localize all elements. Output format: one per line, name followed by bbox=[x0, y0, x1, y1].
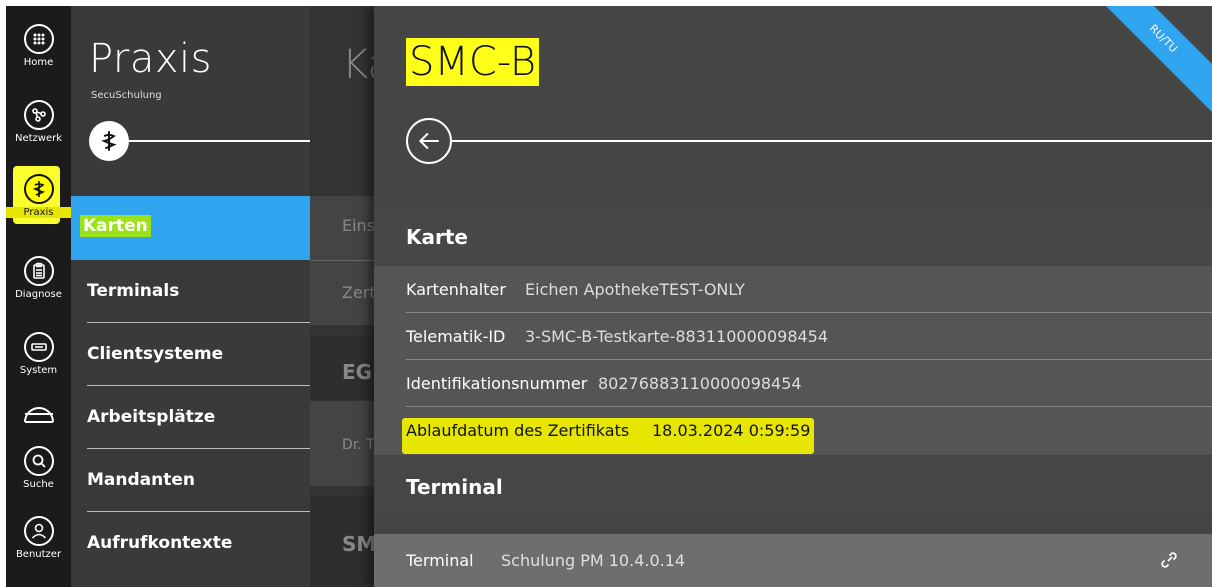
list-item[interactable]: Zert bbox=[310, 260, 380, 325]
terminal-row[interactable]: Terminal Schulung PM 10.4.0.14 bbox=[374, 534, 1212, 587]
list-item-text: SM bbox=[342, 532, 377, 556]
karten-list-panel: Ka Eins Zert EGI Dr. T SM bbox=[310, 6, 380, 587]
rail-connector[interactable] bbox=[6, 400, 71, 426]
link-icon[interactable] bbox=[1160, 551, 1178, 569]
nav-label: Aufrufkontexte bbox=[87, 533, 233, 553]
nav-label: Karten bbox=[80, 215, 151, 237]
rail-netzwerk[interactable]: Netzwerk bbox=[6, 100, 71, 144]
nav-label: Terminals bbox=[87, 281, 180, 301]
list-section-header: EGI bbox=[310, 336, 380, 400]
rail-diagnose[interactable]: Diagnose bbox=[6, 256, 71, 300]
rail-praxis[interactable]: Praxis bbox=[6, 174, 71, 218]
rail-label-home: Home bbox=[23, 57, 54, 68]
rail-label-diagnose: Diagnose bbox=[15, 289, 62, 300]
nav-label: Mandanten bbox=[87, 470, 195, 490]
list-item[interactable]: Dr. T bbox=[310, 401, 380, 486]
search-icon bbox=[23, 446, 54, 476]
clipboard-icon bbox=[23, 256, 54, 286]
section-title: Terminal bbox=[406, 475, 503, 499]
nav-item-karten[interactable]: Karten bbox=[71, 196, 310, 260]
list-item-text: Eins bbox=[342, 216, 376, 235]
nav-item-clientsysteme[interactable]: Clientsysteme bbox=[71, 323, 310, 386]
field-value: 80276883110000098454 bbox=[598, 374, 802, 393]
app-window: Home Netzwerk Praxis Diagnose System Suc… bbox=[6, 6, 1212, 587]
field-identifikationsnummer: Identifikationsnummer 802768831100000984… bbox=[406, 360, 1212, 407]
praxis-caduceus-icon bbox=[89, 121, 129, 161]
field-kartenhalter: Kartenhalter Eichen ApothekeTEST-ONLY bbox=[406, 266, 1212, 313]
terminal-section-heading: Terminal bbox=[374, 455, 1212, 515]
rail-benutzer[interactable]: Benutzer bbox=[6, 516, 71, 560]
connector-icon bbox=[22, 400, 56, 426]
user-icon bbox=[23, 516, 54, 546]
list-item-text: Zert bbox=[342, 283, 376, 302]
nav-label: Clientsysteme bbox=[87, 344, 224, 364]
nav-item-arbeitsplaetze[interactable]: Arbeitsplätze bbox=[71, 386, 310, 449]
arrow-left-icon bbox=[418, 132, 439, 150]
praxis-divider bbox=[129, 140, 310, 142]
detail-divider bbox=[452, 140, 1212, 142]
rail-label-suche: Suche bbox=[23, 479, 54, 490]
back-button[interactable] bbox=[406, 118, 452, 164]
caduceus-icon bbox=[23, 174, 54, 204]
ribbon-badge: RU/TU bbox=[1083, 6, 1212, 119]
field-ablaufdatum: Ablaufdatum des Zertifikats 18.03.2024 0… bbox=[406, 407, 1212, 454]
nav-item-aufrufkontexte[interactable]: Aufrufkontexte bbox=[71, 512, 310, 575]
nav-label: Arbeitsplätze bbox=[87, 407, 216, 427]
terminal-key: Terminal bbox=[406, 551, 474, 570]
rail-system[interactable]: System bbox=[6, 332, 71, 376]
praxis-title: Praxis bbox=[89, 36, 212, 82]
rail-label-netzwerk: Netzwerk bbox=[14, 133, 63, 144]
praxis-panel: Praxis SecuSchulung Karten Terminals Cli… bbox=[71, 6, 310, 587]
list-section-header: SM bbox=[310, 496, 380, 587]
icon-rail: Home Netzwerk Praxis Diagnose System Suc… bbox=[6, 6, 71, 587]
rail-label-benutzer: Benutzer bbox=[15, 549, 62, 560]
field-value: 3-SMC-B-Testkarte-883110000098454 bbox=[525, 327, 829, 346]
terminal-value: Schulung PM 10.4.0.14 bbox=[501, 551, 686, 570]
nav-item-terminals[interactable]: Terminals bbox=[71, 260, 310, 323]
smcb-detail-panel: SMC-B RU/TU Karte Kartenhalter Eichen Ap… bbox=[374, 6, 1212, 587]
field-value: 18.03.2024 0:59:59 bbox=[652, 421, 811, 440]
karte-section-heading: Karte bbox=[374, 205, 1212, 265]
field-key: Kartenhalter bbox=[406, 280, 506, 299]
praxis-nav: Karten Terminals Clientsysteme Arbeitspl… bbox=[71, 196, 310, 575]
praxis-subtitle: SecuSchulung bbox=[91, 90, 162, 101]
field-value: Eichen ApothekeTEST-ONLY bbox=[525, 280, 745, 299]
section-title: Karte bbox=[406, 225, 468, 249]
rail-label-praxis: Praxis bbox=[6, 207, 71, 218]
rail-label-system: System bbox=[19, 365, 58, 376]
network-icon bbox=[23, 100, 54, 130]
field-key: Identifikationsnummer bbox=[406, 374, 588, 393]
list-item-text: Dr. T bbox=[342, 437, 375, 453]
field-key: Telematik-ID bbox=[406, 327, 506, 346]
nav-item-mandanten[interactable]: Mandanten bbox=[71, 449, 310, 512]
rail-home[interactable]: Home bbox=[6, 24, 71, 68]
list-item[interactable]: Eins bbox=[310, 196, 380, 260]
detail-title: SMC-B bbox=[406, 38, 540, 86]
system-icon bbox=[23, 332, 54, 362]
field-key: Ablaufdatum des Zertifikats bbox=[406, 421, 630, 440]
field-telematik-id: Telematik-ID 3-SMC-B-Testkarte-883110000… bbox=[406, 313, 1212, 360]
rail-suche[interactable]: Suche bbox=[6, 446, 71, 490]
grid-icon bbox=[23, 24, 54, 54]
